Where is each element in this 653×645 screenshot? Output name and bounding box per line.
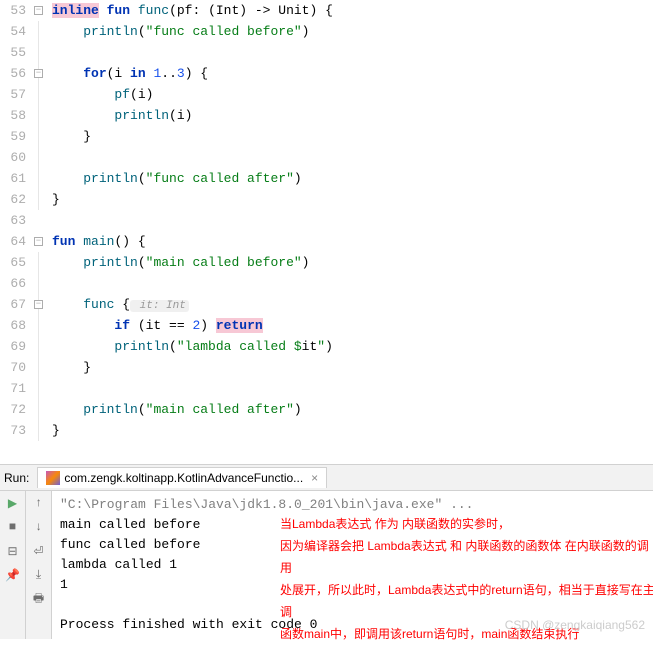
pin-icon[interactable]: 📌 bbox=[5, 567, 21, 583]
code-line[interactable]: } bbox=[52, 126, 653, 147]
code-line[interactable] bbox=[52, 210, 653, 231]
code-line[interactable]: fun main() { bbox=[52, 231, 653, 252]
run-panel: Run: com.zengk.koltinapp.KotlinAdvanceFu… bbox=[0, 464, 653, 639]
kotlin-icon bbox=[46, 471, 60, 485]
code-line[interactable]: println("main called after") bbox=[52, 399, 653, 420]
code-line[interactable]: println("main called before") bbox=[52, 252, 653, 273]
line-number: 55 bbox=[0, 42, 34, 63]
line-number: 56 bbox=[0, 63, 34, 84]
code-line[interactable]: println("func called after") bbox=[52, 168, 653, 189]
run-toolbar-left: ▶ ■ ⊟ 📌 bbox=[0, 491, 26, 639]
wrap-icon[interactable]: ⏎ bbox=[31, 543, 47, 559]
code-line[interactable] bbox=[52, 42, 653, 63]
console-command: "C:\Program Files\Java\jdk1.8.0_201\bin\… bbox=[60, 495, 645, 515]
up-icon[interactable]: ↑ bbox=[31, 495, 47, 511]
line-number: 67 bbox=[0, 294, 34, 315]
fold-icon[interactable]: − bbox=[34, 69, 43, 78]
line-number: 64 bbox=[0, 231, 34, 252]
run-toolbar-right: ↑ ↓ ⏎ ⤓ 🖶 bbox=[26, 491, 52, 639]
console-output[interactable]: "C:\Program Files\Java\jdk1.8.0_201\bin\… bbox=[52, 491, 653, 639]
run-tab[interactable]: com.zengk.koltinapp.KotlinAdvanceFunctio… bbox=[37, 467, 327, 488]
code-line[interactable]: inline fun func(pf: (Int) -> Unit) { bbox=[52, 0, 653, 21]
run-label: Run: bbox=[4, 471, 29, 485]
line-number: 68 bbox=[0, 315, 34, 336]
line-number: 69 bbox=[0, 336, 34, 357]
code-line[interactable]: println(i) bbox=[52, 105, 653, 126]
code-line[interactable]: } bbox=[52, 189, 653, 210]
line-number: 63 bbox=[0, 210, 34, 231]
line-number: 61 bbox=[0, 168, 34, 189]
line-number: 54 bbox=[0, 21, 34, 42]
print-icon[interactable]: 🖶 bbox=[31, 591, 47, 607]
line-number: 66 bbox=[0, 273, 34, 294]
code-line[interactable] bbox=[52, 378, 653, 399]
line-number: 53 bbox=[0, 0, 34, 21]
code-editor[interactable]: 53−inline fun func(pf: (Int) -> Unit) { … bbox=[0, 0, 653, 464]
fold-icon[interactable]: − bbox=[34, 6, 43, 15]
line-number: 58 bbox=[0, 105, 34, 126]
line-number: 62 bbox=[0, 189, 34, 210]
run-header: Run: com.zengk.koltinapp.KotlinAdvanceFu… bbox=[0, 465, 653, 491]
line-number: 59 bbox=[0, 126, 34, 147]
line-number: 70 bbox=[0, 357, 34, 378]
close-icon[interactable]: × bbox=[311, 471, 318, 485]
code-line[interactable]: for(i in 1..3) { bbox=[52, 63, 653, 84]
line-number: 73 bbox=[0, 420, 34, 441]
inlay-hint: it: Int bbox=[130, 300, 189, 312]
code-line[interactable] bbox=[52, 147, 653, 168]
line-number: 71 bbox=[0, 378, 34, 399]
code-line[interactable]: } bbox=[52, 420, 653, 441]
line-number: 60 bbox=[0, 147, 34, 168]
code-line[interactable]: println("func called before") bbox=[52, 21, 653, 42]
code-line[interactable]: if (it == 2) return bbox=[52, 315, 653, 336]
rerun-icon[interactable]: ▶ bbox=[5, 495, 21, 511]
code-line[interactable]: } bbox=[52, 357, 653, 378]
code-line[interactable]: pf(i) bbox=[52, 84, 653, 105]
fold-icon[interactable]: − bbox=[34, 300, 43, 309]
layout-icon[interactable]: ⊟ bbox=[5, 543, 21, 559]
line-number: 65 bbox=[0, 252, 34, 273]
scroll-icon[interactable]: ⤓ bbox=[31, 567, 47, 583]
watermark: CSDN @zengkaiqiang562 bbox=[505, 615, 645, 635]
stop-icon[interactable]: ■ bbox=[5, 519, 21, 535]
code-line[interactable] bbox=[52, 273, 653, 294]
fold-icon[interactable]: − bbox=[34, 237, 43, 246]
down-icon[interactable]: ↓ bbox=[31, 519, 47, 535]
code-line[interactable]: println("lambda called $it") bbox=[52, 336, 653, 357]
line-number: 57 bbox=[0, 84, 34, 105]
code-line[interactable]: func { it: Int bbox=[52, 294, 653, 315]
line-number: 72 bbox=[0, 399, 34, 420]
